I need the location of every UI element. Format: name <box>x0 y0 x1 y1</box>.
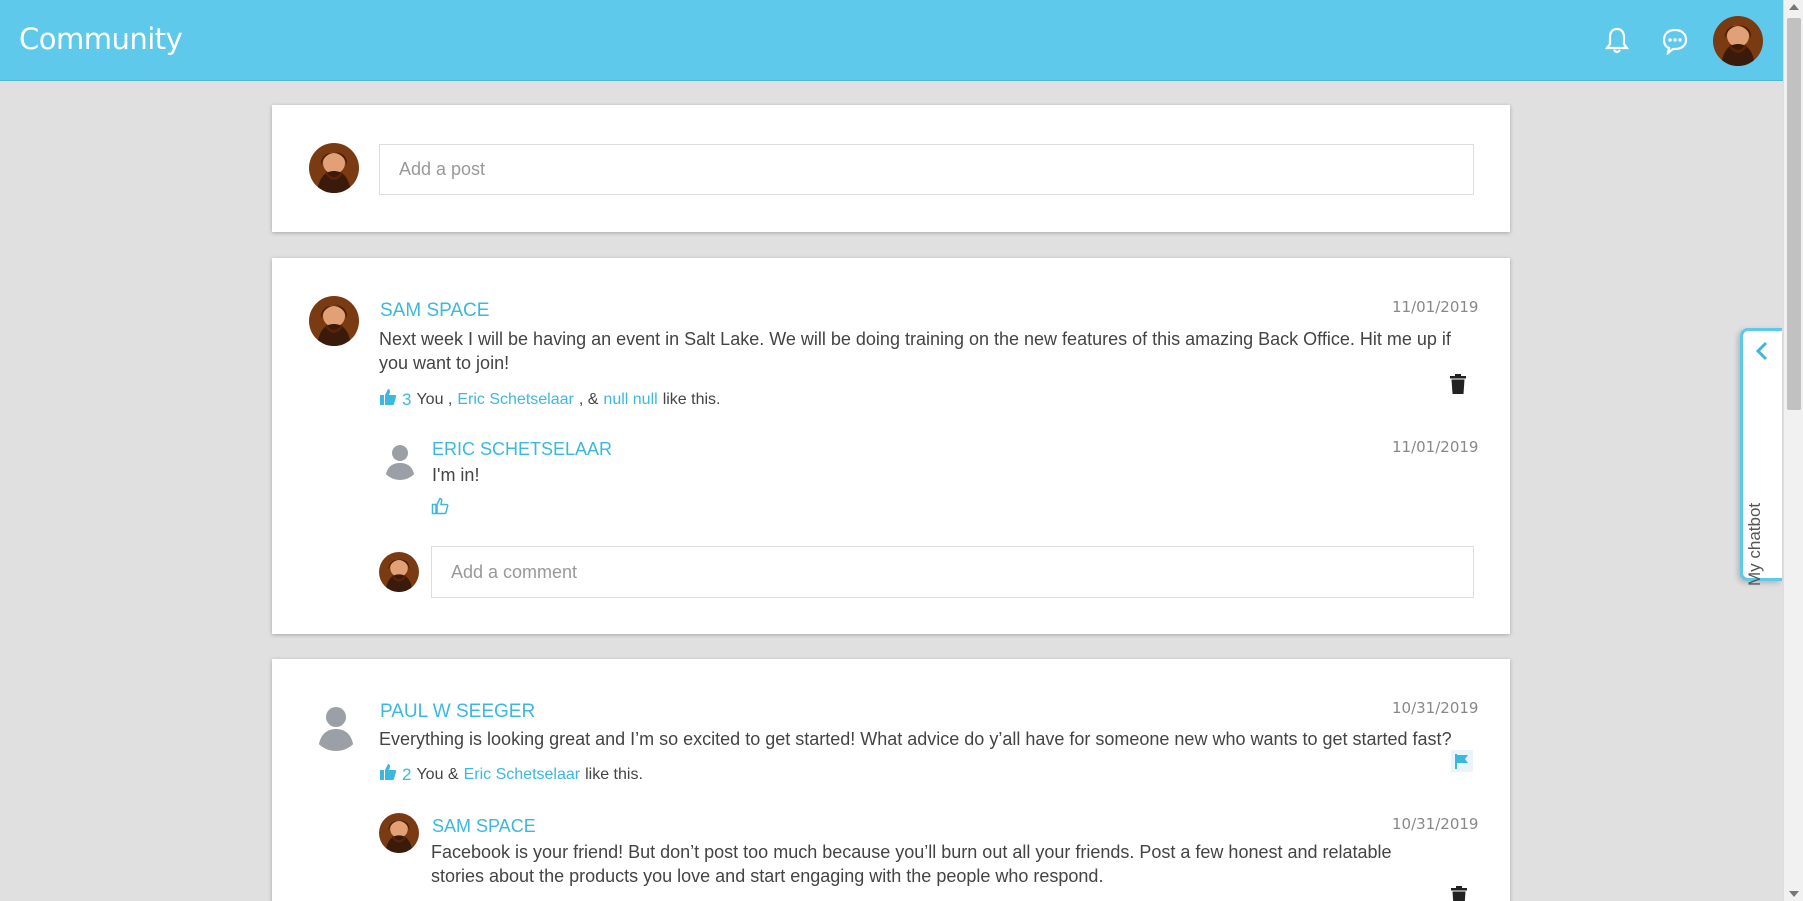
comment-avatar[interactable] <box>379 813 419 853</box>
like-user-link[interactable]: Eric Schetselaar <box>464 766 581 784</box>
likes-you: You & <box>416 765 459 783</box>
post-author[interactable]: PAUL W SEEGER <box>380 701 535 723</box>
scroll-up-arrow-icon[interactable] <box>1789 4 1799 10</box>
flag-icon[interactable] <box>1451 750 1473 772</box>
likes-summary: 2 You & Eric Schetselaar like this. <box>379 763 643 786</box>
user-avatar[interactable] <box>1713 16 1763 66</box>
thumbs-up-icon[interactable] <box>379 763 397 786</box>
like-count: 2 <box>402 764 412 784</box>
avatar[interactable] <box>309 296 359 346</box>
chat-bubble-icon[interactable] <box>1656 22 1694 60</box>
comment-date: 11/01/2019 <box>1392 438 1479 456</box>
page-title: Community <box>19 22 183 56</box>
likes-suffix: like this. <box>585 765 643 783</box>
chatbot-label: My chatbot <box>1745 502 1764 586</box>
add-post-input[interactable] <box>399 145 1473 194</box>
comment-author[interactable]: SAM SPACE <box>432 816 536 837</box>
scroll-down-arrow-icon[interactable] <box>1789 891 1799 897</box>
top-bar: Community <box>0 0 1783 81</box>
chatbot-tab[interactable]: My chatbot <box>1740 328 1782 586</box>
comment-text: Facebook is your friend! But don’t post … <box>431 842 1392 886</box>
avatar[interactable] <box>311 701 361 751</box>
bell-icon[interactable] <box>1598 22 1636 60</box>
comment-avatar[interactable] <box>380 440 420 480</box>
thumbs-up-icon[interactable] <box>379 388 397 411</box>
comment-text: I'm in! <box>432 465 480 485</box>
like-user-link[interactable]: null null <box>603 391 657 409</box>
like-user-link[interactable]: Eric Schetselaar <box>457 391 574 409</box>
avatar <box>309 143 359 193</box>
likes-you: You , <box>416 390 453 408</box>
trash-icon[interactable] <box>1447 373 1469 395</box>
add-comment-input-wrapper <box>431 546 1474 598</box>
trash-icon[interactable] <box>1448 885 1470 901</box>
scrollbar-thumb[interactable] <box>1787 18 1801 410</box>
post-composer-card <box>272 105 1510 232</box>
post-card: SAM SPACE 11/01/2019 Next week I will be… <box>272 258 1510 634</box>
comment-date: 10/31/2019 <box>1392 815 1479 833</box>
chevron-left-icon[interactable] <box>1755 341 1769 366</box>
add-post-input-wrapper <box>379 144 1474 195</box>
likes-summary: 3 You , Eric Schetselaar , & null null l… <box>379 388 720 411</box>
post-card: PAUL W SEEGER 10/31/2019 Everything is l… <box>272 659 1510 901</box>
add-comment-input[interactable] <box>451 547 1473 597</box>
post-author[interactable]: SAM SPACE <box>380 300 489 322</box>
page-scrollbar[interactable] <box>1783 0 1803 901</box>
post-date: 11/01/2019 <box>1392 298 1479 316</box>
likes-suffix: like this. <box>662 390 721 408</box>
post-date: 10/31/2019 <box>1392 699 1479 717</box>
comment-author[interactable]: ERIC SCHETSELAAR <box>432 439 612 460</box>
like-count: 3 <box>402 389 412 409</box>
avatar <box>379 552 419 592</box>
post-text: Next week I will be having an event in S… <box>379 329 1451 373</box>
thumbs-up-outline-icon[interactable] <box>429 495 451 517</box>
post-text: Everything is looking great and I’m so e… <box>379 729 1452 749</box>
likes-separator: , & <box>578 390 599 408</box>
